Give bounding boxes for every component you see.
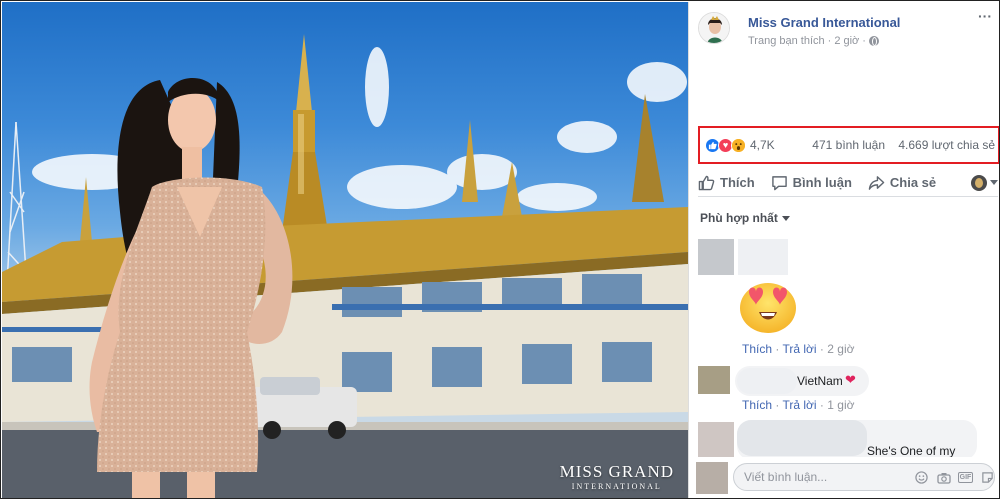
share-button-label: Chia sẻ xyxy=(889,175,937,190)
heart-eyes-emoji xyxy=(740,283,796,333)
share-arrow-icon xyxy=(868,175,885,190)
page-avatar[interactable] xyxy=(698,12,730,44)
post-meta: Trang bạn thích · 2 giờ · xyxy=(748,35,879,47)
comment-3-name-blurred xyxy=(737,420,867,456)
meta-separator-2: · xyxy=(862,35,866,47)
sticker-icon[interactable] xyxy=(980,470,995,485)
thumbs-up-icon xyxy=(698,175,715,190)
camera-icon[interactable] xyxy=(936,470,951,485)
comment-1-name-blurred xyxy=(738,239,788,275)
comment-2-time[interactable]: 1 giờ xyxy=(827,398,854,412)
comment-3-bubble: She's One of my xyxy=(737,420,977,460)
comment-2-actions: Thích · Trả lời · 1 giờ xyxy=(742,398,854,412)
chevron-down-icon xyxy=(990,180,998,185)
gif-icon[interactable]: GIF xyxy=(958,472,973,483)
spire-right-3 xyxy=(632,94,664,202)
comment-2-name-blurred xyxy=(737,368,797,394)
comment-2-text: VietNam xyxy=(797,374,843,388)
comment-2-like-link[interactable]: Thích xyxy=(742,398,772,412)
shares-count-link[interactable]: 4.669 lượt chia sẻ xyxy=(898,138,995,152)
like-button[interactable]: Thích xyxy=(698,170,755,196)
more-options-icon[interactable]: ··· xyxy=(977,9,993,28)
comments-count-link[interactable]: 471 bình luận xyxy=(812,138,885,152)
engagement-counts: 471 bình luận 4.669 lượt chia sẻ xyxy=(802,138,998,152)
comment-1-time[interactable]: 2 giờ xyxy=(827,342,854,356)
like-button-label: Thích xyxy=(720,175,755,190)
post-header: Miss Grand International Trang bạn thích… xyxy=(689,2,999,52)
post-action-bar: Thích Bình luận Chia sẻ xyxy=(698,169,998,197)
globe-icon xyxy=(868,36,879,46)
wow-icon[interactable] xyxy=(731,137,746,153)
comment-1-actions: Thích · Trả lời · 2 giờ xyxy=(742,342,854,356)
post-timestamp[interactable]: 2 giờ xyxy=(834,35,859,47)
comment-button-label: Bình luận xyxy=(792,175,852,190)
page-name-link[interactable]: Miss Grand International xyxy=(748,15,900,30)
comment-composer: Viết bình luận... GIF xyxy=(689,457,999,498)
sort-label: Phù hợp nhất xyxy=(700,211,778,225)
photo-scene xyxy=(2,34,688,498)
screenshot-frame: MISS GRAND INTERNATIONAL Miss Grand Inte… xyxy=(0,0,1000,499)
comment-button[interactable]: Bình luận xyxy=(771,170,852,196)
post-photo[interactable]: MISS GRAND INTERNATIONAL xyxy=(2,2,688,498)
composer-icons: GIF xyxy=(914,470,995,485)
comment-sort-dropdown[interactable]: Phù hợp nhất xyxy=(700,211,790,225)
post-as-selector[interactable] xyxy=(971,174,998,191)
comment-2-bubble: VietNam ❤ xyxy=(735,366,869,396)
share-button[interactable]: Chia sẻ xyxy=(868,170,936,196)
meta-liked-page: Trang bạn thích xyxy=(748,35,825,47)
my-avatar xyxy=(696,462,728,494)
sort-chevron-down-icon xyxy=(781,215,790,221)
watermark-title: MISS GRAND xyxy=(559,462,674,481)
main-pagoda xyxy=(282,34,328,232)
miss-grand-watermark: MISS GRAND INTERNATIONAL xyxy=(560,462,674,491)
crowned-avatar-icon xyxy=(699,13,729,43)
comment-1-reply-link[interactable]: Trả lời xyxy=(782,342,816,356)
post-side-panel: Miss Grand International Trang bạn thích… xyxy=(688,2,999,498)
heart-icon: ❤ xyxy=(845,372,856,387)
comment-1-avatar[interactable] xyxy=(698,239,734,275)
comment-2-reply-link[interactable]: Trả lời xyxy=(782,398,816,412)
comment-3-text: She's One of my xyxy=(867,444,956,458)
reaction-summary-bar: ♥ 4,7K 471 bình luận 4.669 lượt chia sẻ xyxy=(698,126,999,164)
reaction-count[interactable]: 4,7K xyxy=(750,138,775,152)
comment-bubble-icon xyxy=(771,175,787,190)
comment-2-avatar[interactable] xyxy=(698,366,730,394)
watermark-subtitle: INTERNATIONAL xyxy=(571,482,662,491)
comment-3-avatar[interactable] xyxy=(698,422,734,458)
comment-1-like-link[interactable]: Thích xyxy=(742,342,772,356)
current-user-avatar xyxy=(971,174,987,191)
meta-separator: · xyxy=(827,35,832,47)
smiley-icon[interactable] xyxy=(914,470,929,485)
